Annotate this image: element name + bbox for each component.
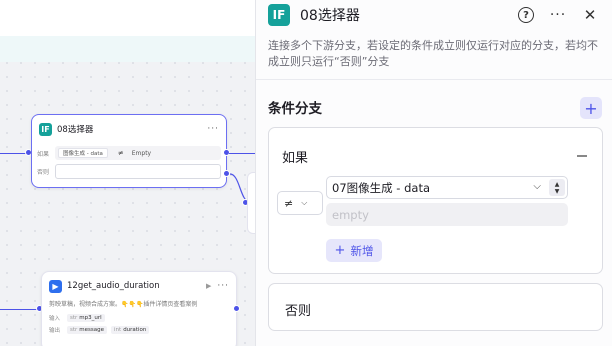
input-label: 输入	[49, 316, 61, 322]
right-value-input[interactable]: empty	[326, 203, 568, 226]
add-branch-button[interactable]: +	[580, 97, 602, 119]
workflow-canvas[interactable]: IF 08选择器 ··· 如果 图像生成 - data ≠ Empty 否则 ▶…	[0, 0, 262, 346]
param-type: str	[70, 327, 78, 333]
if-icon: IF	[268, 4, 290, 26]
node-title: 12get_audio_duration	[67, 281, 160, 291]
section-title: 条件分支	[268, 101, 322, 117]
node-settings-panel: IF 08选择器 ? ··· ✕ 连接多个下游分支，若设定的条件成立则仅运行对应…	[255, 0, 612, 346]
output-param: int duration	[111, 326, 150, 334]
else-branch-label: 否则	[285, 304, 312, 319]
chevron-down-icon: ⌵	[533, 181, 541, 192]
input-param: str mp3_url	[67, 314, 105, 322]
right-value-placeholder: empty	[332, 207, 369, 222]
if-icon: IF	[39, 122, 52, 136]
help-icon: ?	[518, 7, 534, 23]
condition-left-value: 图像生成 - data	[58, 148, 108, 158]
condition-branch-card: 如果 ≠ ⌵ 07图像生成 - data ⌵ ▲ ▼ empty + 新增	[268, 127, 603, 274]
condition-summary: 图像生成 - data ≠ Empty	[55, 146, 221, 160]
node-description: 剪映草稿，视频合成方案。👇👇👇插件详情页查看案例	[49, 301, 198, 308]
else-label: 否则	[37, 168, 50, 176]
more-icon: ···	[549, 7, 567, 23]
param-type: str	[70, 315, 78, 321]
plugin-icon: ▶	[49, 279, 62, 293]
edge-into-audio	[0, 309, 41, 311]
more-button[interactable]: ···	[547, 4, 569, 26]
add-condition-label: 新增	[350, 243, 374, 258]
param-type: int	[114, 327, 122, 333]
operator-value: ≠	[284, 196, 294, 210]
condition-right-value: Empty	[131, 149, 152, 157]
branch-label: 如果	[282, 151, 309, 166]
plus-icon: +	[334, 243, 346, 258]
output-param: str message	[67, 326, 108, 334]
canvas-toolbar	[0, 0, 262, 62]
panel-title[interactable]: 08选择器	[300, 5, 505, 25]
more-icon[interactable]: ···	[217, 281, 229, 291]
divider	[256, 79, 612, 80]
panel-description: 连接多个下游分支，若设定的条件成立则仅运行对应的分支，若均不成立则只运行“否则”…	[268, 39, 598, 68]
help-button[interactable]: ?	[515, 4, 537, 26]
else-branch-card: 否则	[268, 283, 603, 331]
close-button[interactable]: ✕	[579, 4, 601, 26]
left-value-select[interactable]: 07图像生成 - data ⌵ ▲ ▼	[326, 176, 568, 199]
chevron-down-icon: ⌵	[301, 198, 308, 207]
more-icon[interactable]: ···	[207, 124, 219, 134]
param-name: duration	[123, 327, 147, 333]
audio-output-port[interactable]	[233, 305, 240, 312]
add-condition-button[interactable]: + 新增	[326, 239, 382, 262]
left-value-text: 07图像生成 - data	[332, 180, 430, 195]
spinner-icon[interactable]: ▲ ▼	[549, 179, 565, 196]
else-summary	[55, 163, 221, 179]
panel-header: IF 08选择器 ? ··· ✕	[256, 0, 612, 30]
close-icon: ✕	[583, 6, 597, 24]
audio-duration-node[interactable]: ▶ 12get_audio_duration ▶ ··· 剪映草稿，视频合成方案…	[41, 271, 237, 346]
plus-icon: +	[584, 98, 598, 118]
canvas-toolbar-stripe	[0, 36, 262, 62]
node-title: 08选择器	[57, 125, 94, 135]
condition-operator: ≠	[117, 149, 124, 157]
output-label: 输出	[49, 328, 61, 334]
operator-select[interactable]: ≠ ⌵	[277, 191, 323, 215]
param-name: message	[79, 327, 105, 333]
collapse-icon[interactable]	[577, 155, 587, 157]
param-name: mp3_url	[79, 315, 102, 321]
play-icon[interactable]: ▶	[206, 282, 211, 290]
selector-node[interactable]: IF 08选择器 ··· 如果 图像生成 - data ≠ Empty 否则	[31, 114, 227, 188]
if-label: 如果	[37, 150, 50, 158]
